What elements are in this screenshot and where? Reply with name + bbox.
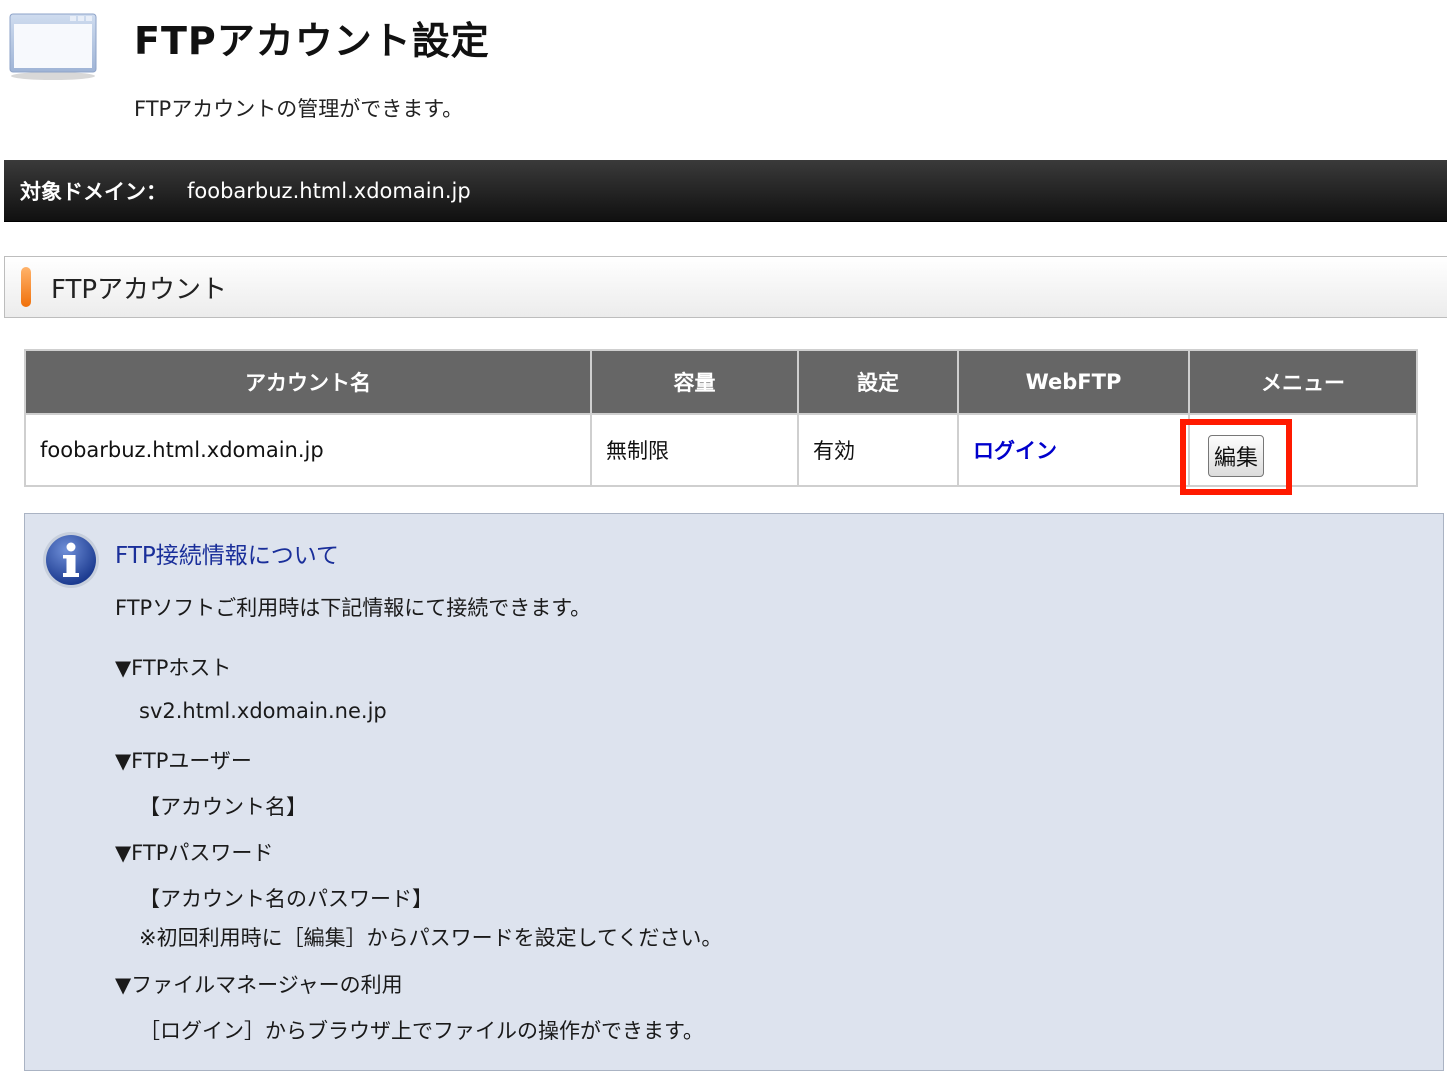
section-title: FTPアカウント xyxy=(51,274,228,305)
section-accent xyxy=(21,267,31,307)
menu-cell: 編集 xyxy=(1180,413,1418,495)
ftp-password-note: ※初回利用時に［編集］からパスワードを設定してください。 xyxy=(139,926,723,950)
target-domain-bar: 対象ドメイン： foobarbuz.html.xdomain.jp xyxy=(4,160,1447,222)
edit-button[interactable]: 編集 xyxy=(1208,435,1265,477)
column-header-capacity: 容量 xyxy=(590,349,799,415)
page-title: FTPアカウント設定 xyxy=(134,19,490,63)
column-header-setting: 設定 xyxy=(797,349,959,415)
info-description: FTPソフトご利用時は下記情報にて接続できます。 xyxy=(115,596,592,620)
file-manager-value: ［ログイン］からブラウザ上でファイルの操作ができます。 xyxy=(139,1019,704,1043)
ftp-password-value: 【アカウント名のパスワード】 xyxy=(139,887,433,911)
edit-button-highlight: 編集 xyxy=(1180,419,1293,495)
setting-cell: 有効 xyxy=(797,413,959,487)
target-domain-label: 対象ドメイン： xyxy=(20,179,167,204)
ftp-user-value: 【アカウント名】 xyxy=(139,795,307,819)
file-manager-label: ▼ファイルマネージャーの利用 xyxy=(115,973,403,997)
webftp-login-link[interactable]: ログイン xyxy=(957,413,1190,487)
column-header-webftp: WebFTP xyxy=(957,349,1190,415)
info-heading: FTP接続情報について xyxy=(115,543,340,569)
table-header-row: アカウント名 容量 設定 WebFTP メニュー xyxy=(24,349,1418,415)
column-header-menu: メニュー xyxy=(1188,349,1418,415)
target-domain-value: foobarbuz.html.xdomain.jp xyxy=(187,178,471,203)
ftp-host-label: ▼FTPホスト xyxy=(115,656,232,680)
section-header: FTPアカウント xyxy=(4,256,1447,318)
ftp-accounts-table: アカウント名 容量 設定 WebFTP メニュー foobarbuz.html.… xyxy=(24,349,1418,495)
table-row: foobarbuz.html.xdomain.jp 無制限 有効 ログイン 編集 xyxy=(24,413,1418,495)
capacity-cell: 無制限 xyxy=(590,413,799,487)
browser-window-icon xyxy=(9,13,97,80)
ftp-host-value: sv2.html.xdomain.ne.jp xyxy=(139,699,387,723)
ftp-user-label: ▼FTPユーザー xyxy=(115,749,252,773)
ftp-password-label: ▼FTPパスワード xyxy=(115,841,274,865)
info-icon xyxy=(43,532,99,588)
account-name-cell: foobarbuz.html.xdomain.jp xyxy=(24,413,592,487)
column-header-account: アカウント名 xyxy=(24,349,592,415)
page-subtitle: FTPアカウントの管理ができます。 xyxy=(134,97,464,121)
ftp-connection-info-box: FTP接続情報について FTPソフトご利用時は下記情報にて接続できます。 ▼FT… xyxy=(24,513,1444,1071)
